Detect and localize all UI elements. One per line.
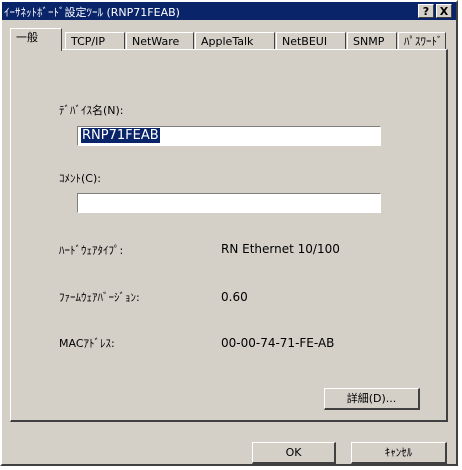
firmware-version-label: ﾌｧｰﾑｳｪｱﾊﾞｰｼﾞｮﾝ: [59,291,140,304]
help-button[interactable]: ? [418,4,434,18]
title-bar[interactable]: ｲｰｻﾈｯﾄﾎﾞｰﾄﾞ設定ﾂｰﾙ (RNP71FEAB) ? X [2,2,456,20]
comment-input[interactable] [79,195,381,211]
hardware-type-label: ﾊｰﾄﾞｳｪｱﾀｲﾌﾟ: [59,244,124,257]
tab-appletalk[interactable]: AppleTalk [195,32,275,50]
mac-address-label: MACｱﾄﾞﾚｽ: [59,337,115,350]
hardware-type-value: RN Ethernet 10/100 [221,242,340,256]
comment-field[interactable] [77,193,381,213]
device-name-field[interactable]: RNP71FEAB [77,126,381,146]
device-name-label: ﾃﾞﾊﾞｲｽ名(N): [59,104,124,117]
details-button[interactable]: 詳細(D)... [324,388,420,410]
close-button[interactable]: X [436,4,452,18]
tab-general[interactable]: 一般 [10,28,62,51]
tab-tcpip[interactable]: TCP/IP [65,32,125,50]
firmware-version-value: 0.60 [221,290,248,304]
cancel-button[interactable]: ｷｬﾝｾﾙ [351,442,447,464]
ok-button[interactable]: OK [252,442,336,464]
settings-dialog: ｲｰｻﾈｯﾄﾎﾞｰﾄﾞ設定ﾂｰﾙ (RNP71FEAB) ? X 一般 TCP/… [0,0,458,466]
comment-label: ｺﾒﾝﾄ(C): [59,172,101,185]
device-name-value: RNP71FEAB [81,128,160,143]
tab-password[interactable]: ﾊﾟｽﾜｰﾄﾞ [398,32,446,50]
window-title: ｲｰｻﾈｯﾄﾎﾞｰﾄﾞ設定ﾂｰﾙ (RNP71FEAB) [4,6,180,19]
tab-netware[interactable]: NetWare [126,32,194,50]
tab-netbeui[interactable]: NetBEUI [276,32,346,50]
tab-snmp[interactable]: SNMP [347,32,397,50]
general-panel: ﾃﾞﾊﾞｲｽ名(N): RNP71FEAB ｺﾒﾝﾄ(C): ﾊｰﾄﾞｳｪｱﾀｲ… [10,49,448,422]
mac-address-value: 00-00-74-71-FE-AB [221,336,335,350]
